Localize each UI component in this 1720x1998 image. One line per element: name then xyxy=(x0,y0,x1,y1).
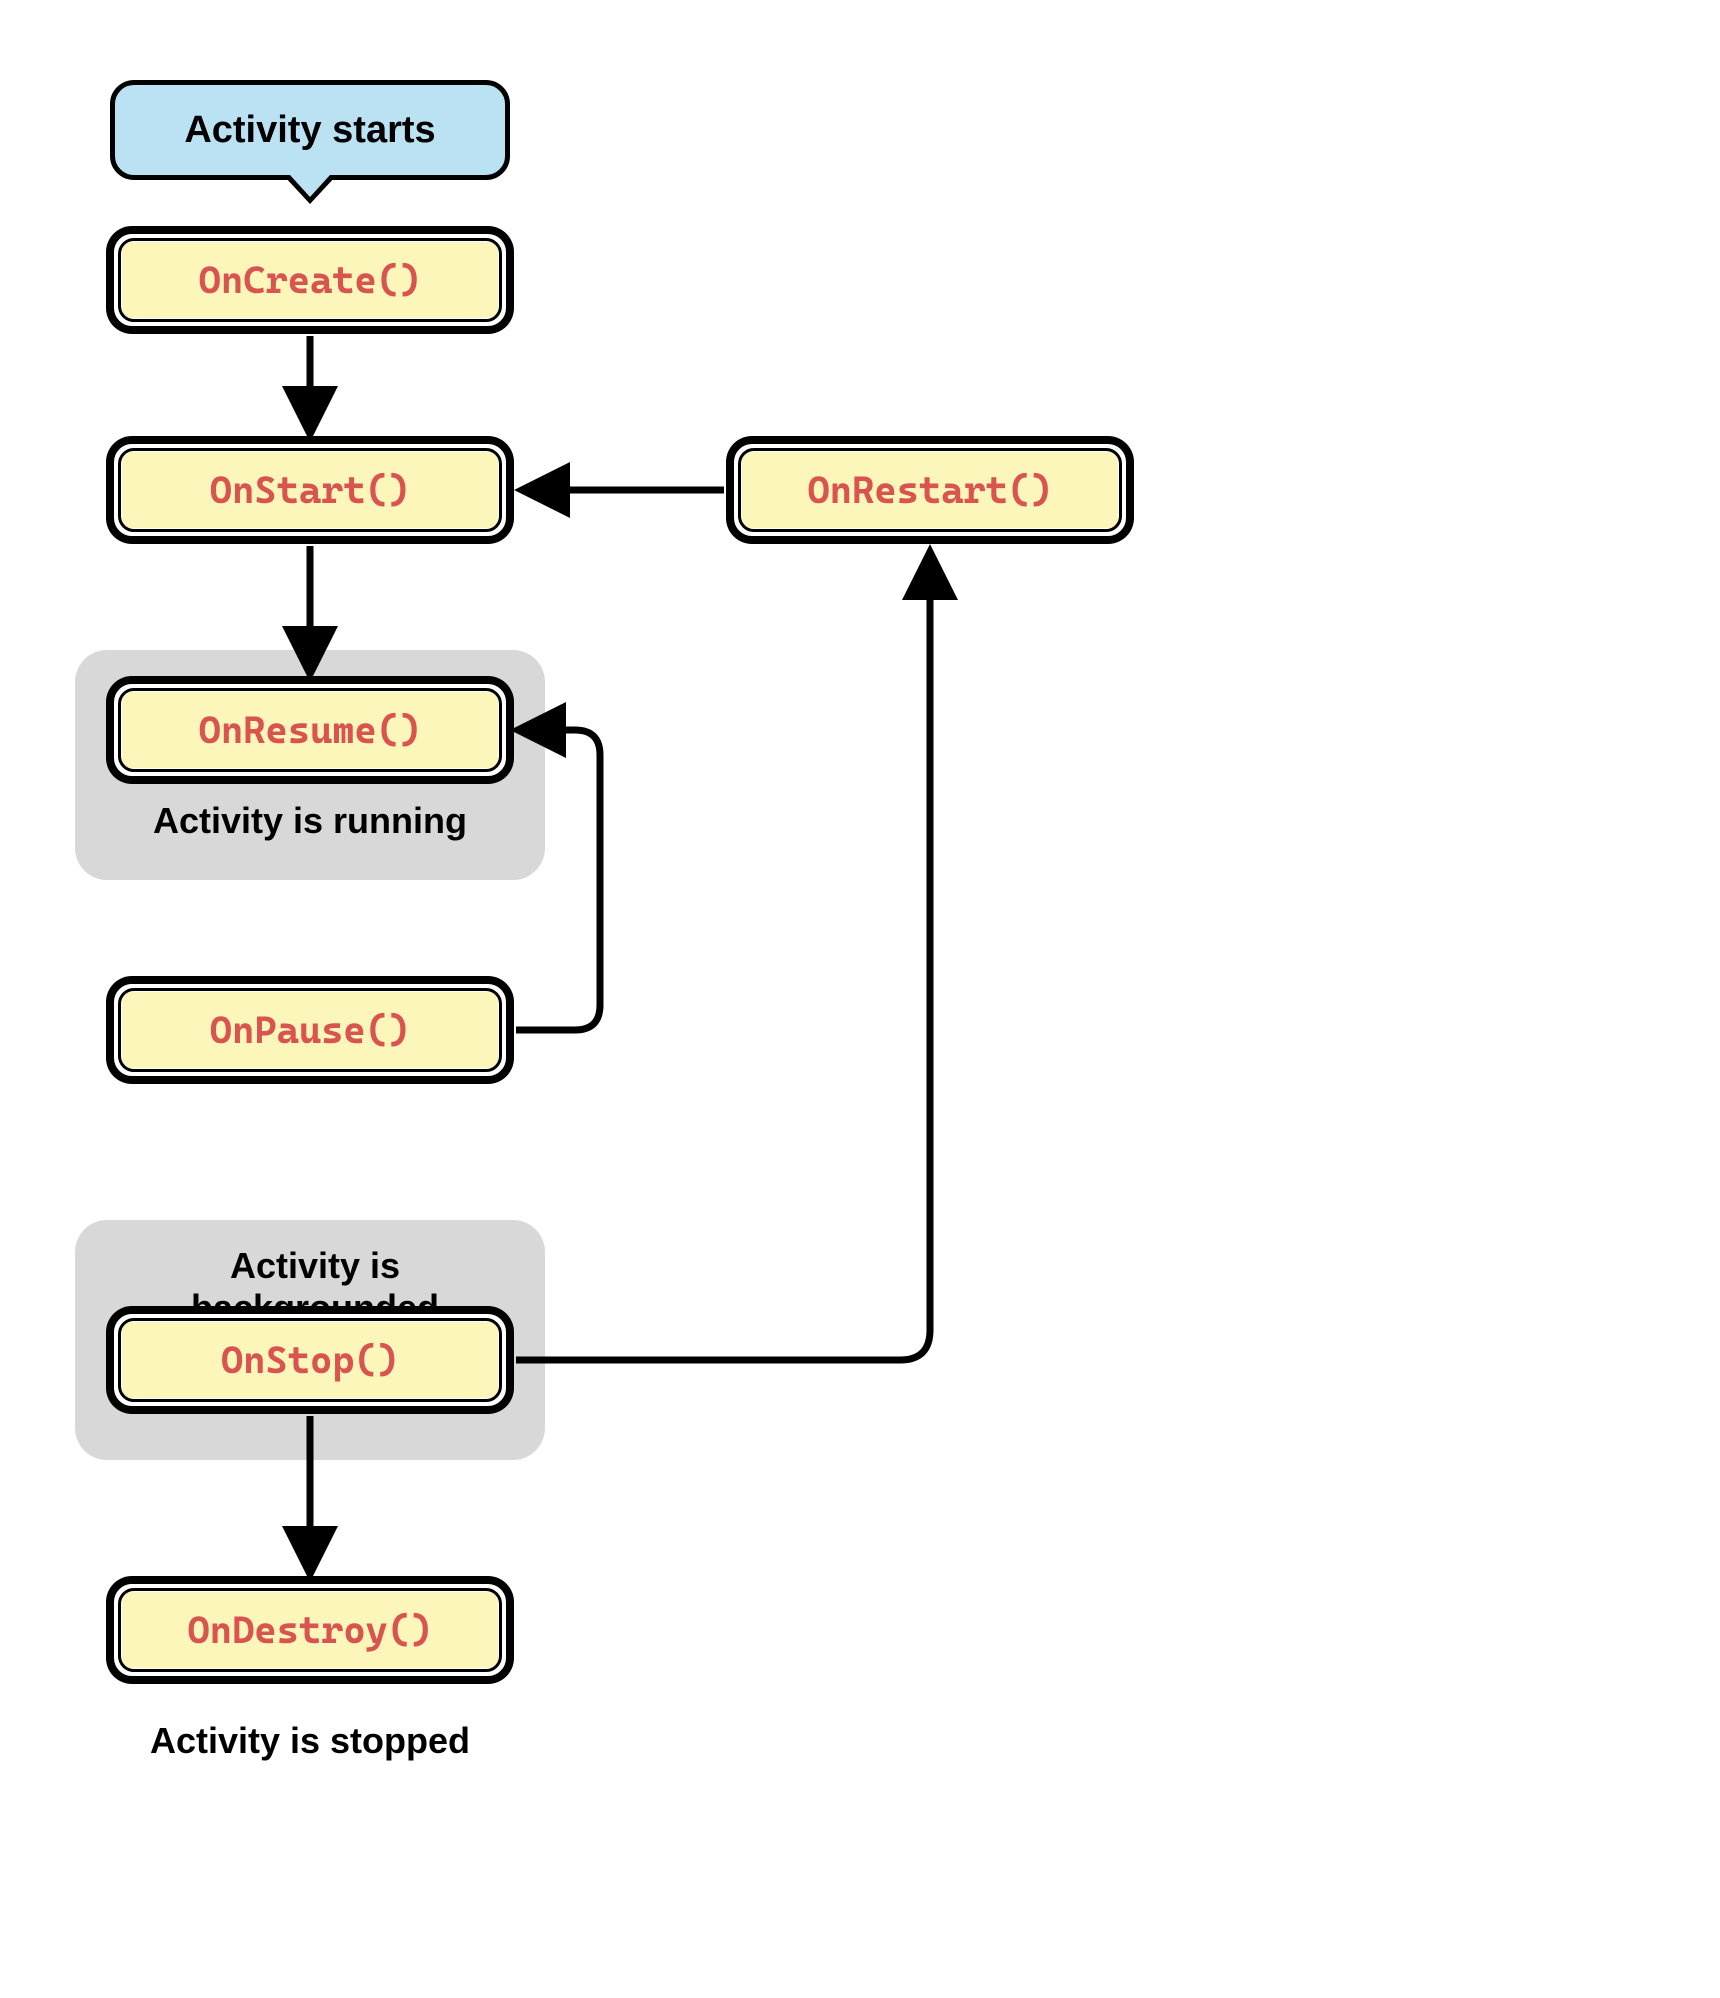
onrestart-label: OnRestart() xyxy=(808,468,1053,512)
ondestroy-label: OnDestroy() xyxy=(188,1608,433,1652)
node-onstart: OnStart() xyxy=(110,440,510,540)
onstart-label: OnStart() xyxy=(210,468,410,512)
node-onstop: OnStop() xyxy=(110,1310,510,1410)
start-tail-inner-icon xyxy=(290,175,330,197)
node-onrestart: OnRestart() xyxy=(730,440,1130,540)
oncreate-label: OnCreate() xyxy=(199,258,422,302)
node-oncreate: OnCreate() xyxy=(110,230,510,330)
node-ondestroy: OnDestroy() xyxy=(110,1580,510,1680)
node-onresume: OnResume() xyxy=(110,680,510,780)
onresume-label: OnResume() xyxy=(199,708,422,752)
lifecycle-diagram: Activity starts OnCreate() OnStart() OnR… xyxy=(0,0,1720,1998)
node-start: Activity starts xyxy=(110,80,510,180)
running-label: Activity is running xyxy=(150,800,470,842)
stopped-label: Activity is stopped xyxy=(140,1720,480,1762)
onstop-label: OnStop() xyxy=(221,1338,399,1382)
node-onpause: OnPause() xyxy=(110,980,510,1080)
start-label: Activity starts xyxy=(184,109,435,152)
arrow-onstop-onrestart xyxy=(516,558,930,1360)
onpause-label: OnPause() xyxy=(210,1008,410,1052)
